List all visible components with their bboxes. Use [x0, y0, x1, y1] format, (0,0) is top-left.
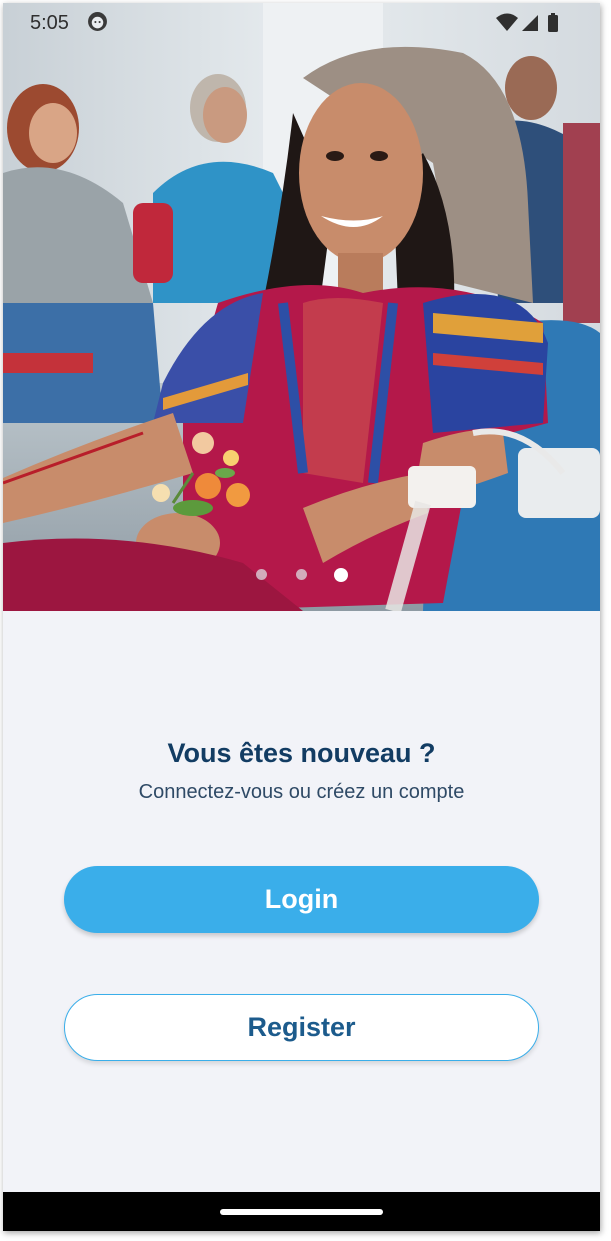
carousel-indicator	[3, 566, 600, 582]
login-button[interactable]: Login	[64, 866, 539, 933]
welcome-title: Vous êtes nouveau ?	[167, 738, 436, 768]
status-time: 5:05	[30, 12, 69, 34]
face-icon	[88, 12, 107, 31]
hero-image[interactable]	[3, 3, 600, 611]
carousel-dot-2[interactable]	[296, 569, 307, 580]
home-indicator[interactable]	[220, 1209, 383, 1215]
system-nav-bar	[3, 1192, 600, 1231]
signal-icon	[522, 15, 538, 31]
carousel-dot-1[interactable]	[256, 569, 267, 580]
battery-icon	[548, 15, 558, 32]
welcome-subtitle: Connectez-vous ou créez un compte	[138, 781, 465, 803]
hero-illustration	[3, 3, 600, 611]
status-bar: 5:05	[3, 3, 600, 43]
status-icons	[496, 13, 558, 32]
register-button[interactable]: Register	[64, 994, 539, 1061]
app-screen: 5:05 Vous êtes nouveau ? Connectez-vous …	[3, 3, 600, 1231]
wifi-icon	[496, 13, 518, 31]
carousel-dot-3-active[interactable]	[334, 568, 348, 582]
